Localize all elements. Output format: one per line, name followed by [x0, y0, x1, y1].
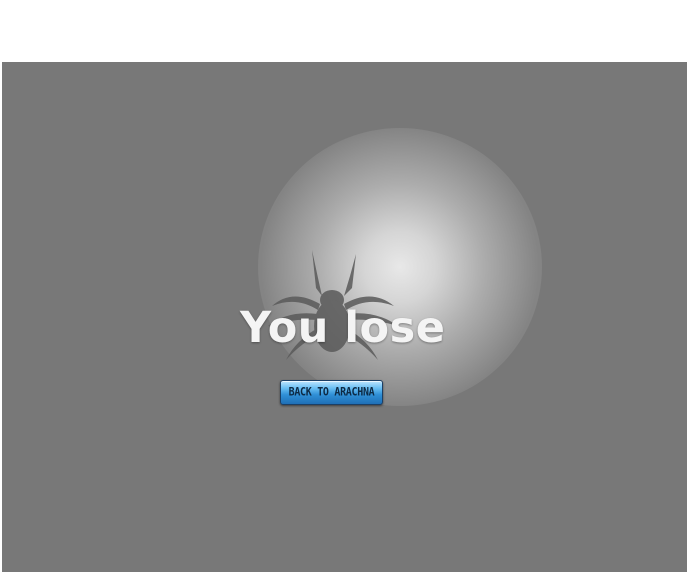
page: You lose BACK TO ARACHNA — [0, 0, 687, 574]
result-title: You lose — [240, 303, 446, 353]
back-to-arachna-button[interactable]: BACK TO ARACHNA — [280, 380, 383, 405]
game-stage: You lose BACK TO ARACHNA — [2, 62, 687, 572]
back-button-label: BACK TO ARACHNA — [288, 386, 375, 399]
